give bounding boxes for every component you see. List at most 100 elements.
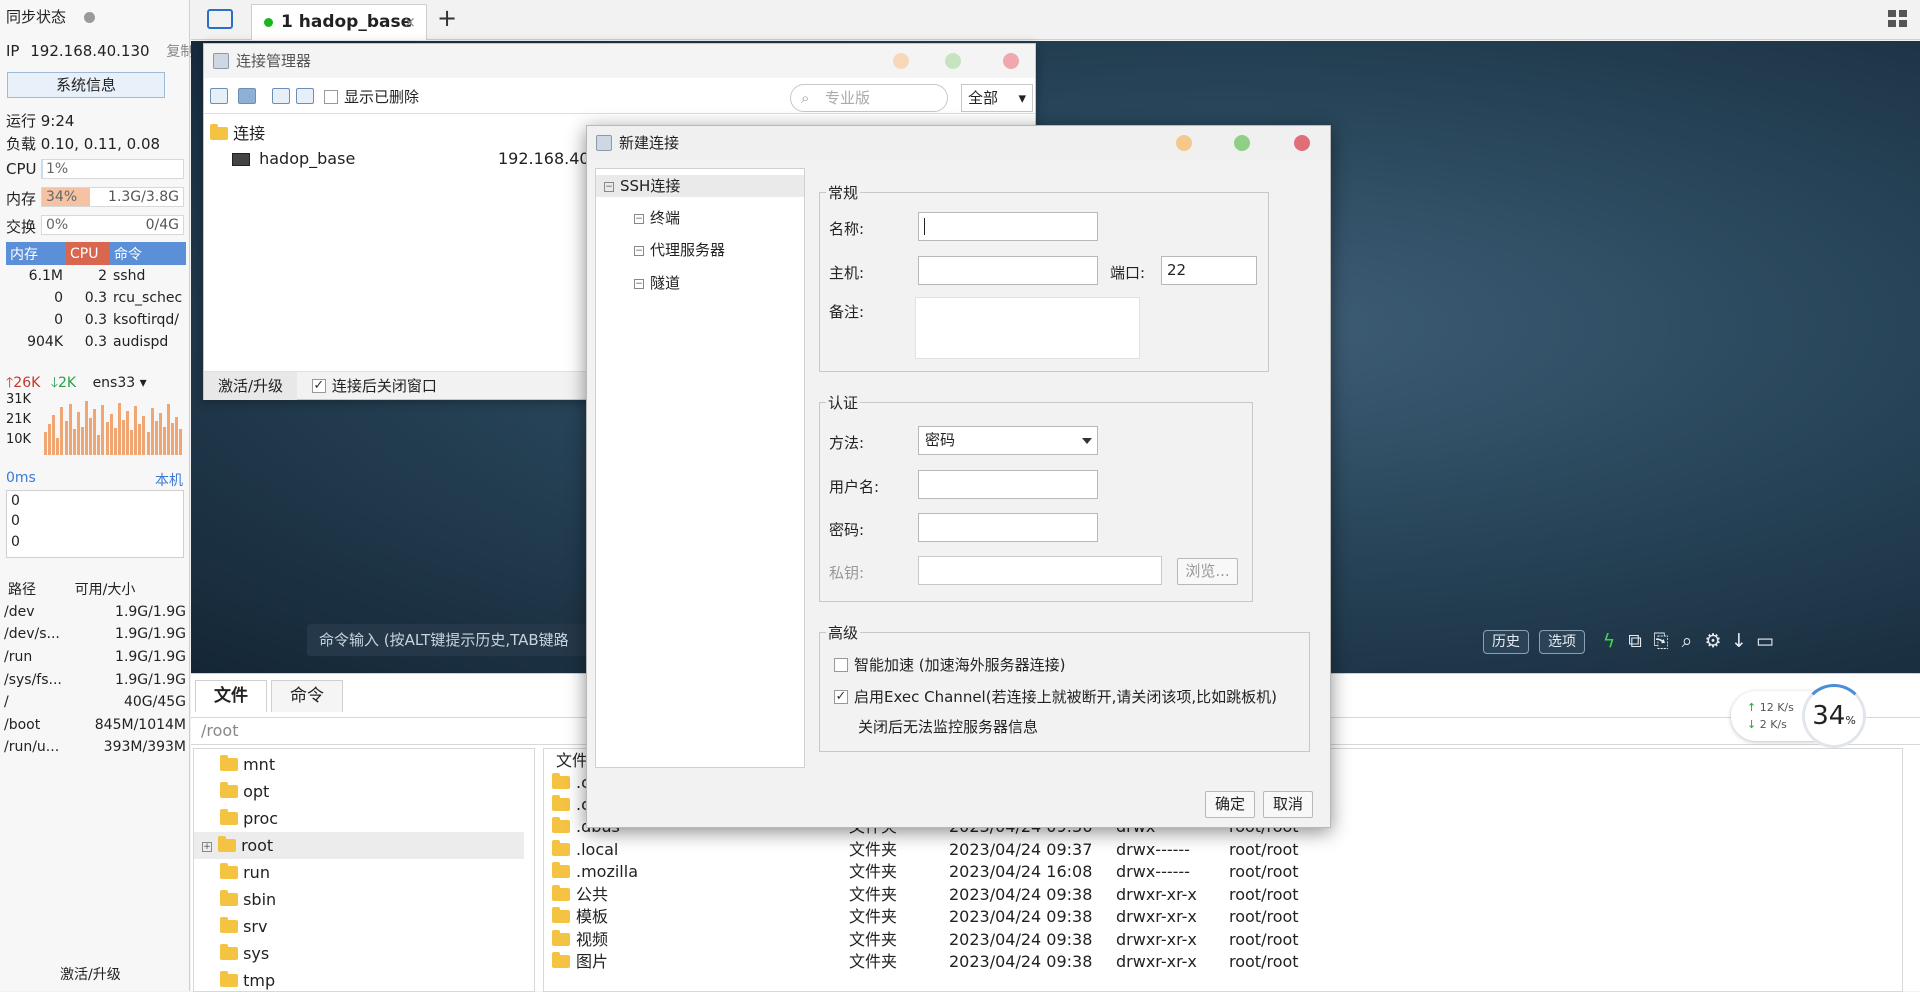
lightning-icon[interactable]: ϟ: [1597, 628, 1621, 654]
host-input[interactable]: [918, 256, 1098, 285]
browse-button[interactable]: 浏览...: [1177, 558, 1238, 585]
close-icon[interactable]: [1003, 53, 1019, 69]
tree-item[interactable]: mnt: [194, 751, 524, 778]
folder-open-icon[interactable]: [207, 9, 233, 29]
tree-item-proxy[interactable]: − 代理服务器: [634, 239, 725, 261]
maximize-icon[interactable]: [945, 53, 961, 69]
chevron-down-icon[interactable]: ▾: [135, 375, 147, 391]
tab-hadop-base[interactable]: 1 hadop_base ×: [251, 4, 427, 40]
table-row[interactable]: / 40G/45G: [4, 691, 186, 714]
tree-root[interactable]: 连接: [210, 120, 265, 144]
password-input[interactable]: [918, 513, 1098, 542]
exec-channel-toggle[interactable]: ✓ 启用Exec Channel(若连接上就被断开,请关闭该项,比如跳板机): [834, 686, 1277, 707]
close-tab-icon[interactable]: ×: [403, 5, 416, 39]
activate-upgrade-link[interactable]: 激活/升级: [60, 964, 121, 984]
collapse-all-icon[interactable]: [272, 88, 290, 104]
name-input[interactable]: [918, 212, 1098, 241]
method-select[interactable]: 密码: [918, 426, 1098, 455]
collapse-icon[interactable]: −: [604, 181, 614, 192]
tree-label: 终端: [650, 209, 681, 227]
table-row[interactable]: /run 1.9G/1.9G: [4, 646, 186, 669]
close-icon[interactable]: [1294, 135, 1310, 151]
history-button[interactable]: 历史: [1483, 630, 1529, 654]
note-textarea[interactable]: [915, 297, 1140, 359]
table-row[interactable]: 904K 0.3 audispd: [6, 331, 186, 353]
tree-item[interactable]: srv: [194, 913, 524, 940]
table-row[interactable]: 6.1M 2 sshd: [6, 265, 186, 287]
table-row[interactable]: /boot 845M/1014M: [4, 714, 186, 737]
maximize-icon[interactable]: [1234, 135, 1250, 151]
download-icon[interactable]: ↓: [1727, 628, 1751, 654]
checkbox[interactable]: [324, 89, 338, 104]
checkbox-checked[interactable]: ✓: [311, 378, 326, 393]
gear-icon[interactable]: ⚙: [1701, 628, 1725, 654]
new-folder-icon[interactable]: [238, 88, 256, 104]
tree-item-tunnel[interactable]: − 隧道: [634, 272, 680, 294]
cancel-button[interactable]: 取消: [1263, 791, 1313, 818]
tree-item[interactable]: sbin: [194, 886, 524, 913]
table-row[interactable]: /dev 1.9G/1.9G: [4, 601, 186, 624]
tree-item-selected[interactable]: + root: [194, 832, 524, 859]
file-owner: root/root: [1229, 862, 1299, 881]
network-activity-bar: [121, 419, 125, 455]
window-titlebar[interactable]: 连接管理器: [204, 44, 1035, 78]
search-input[interactable]: ⌕ 专业版: [790, 84, 948, 112]
usage-gauge[interactable]: 34%: [1802, 684, 1866, 748]
proc-header-cpu[interactable]: CPU: [66, 242, 110, 265]
table-row[interactable]: /sys/fs... 1.9G/1.9G: [4, 668, 186, 691]
tree-item[interactable]: opt: [194, 778, 524, 805]
tree-item[interactable]: proc: [194, 805, 524, 832]
latency-host[interactable]: 本机: [155, 470, 183, 490]
close-after-connect-toggle[interactable]: ✓ 连接后关闭窗口: [311, 377, 437, 395]
disk-header-path[interactable]: 路径: [4, 578, 75, 601]
dialog-titlebar[interactable]: 新建连接: [587, 126, 1330, 160]
ok-button[interactable]: 确定: [1205, 791, 1255, 818]
process-table: 内存 CPU 命令 6.1M 2 sshd 0 0.3 rcu_schec 0 0.3 ks…: [6, 242, 186, 353]
disk-header-size[interactable]: 可用/大小: [75, 578, 186, 601]
table-row[interactable]: /run/u... 393M/393M: [4, 736, 186, 759]
username-input[interactable]: [918, 470, 1098, 499]
expand-icon[interactable]: +: [202, 841, 212, 852]
table-row[interactable]: /dev/s... 1.9G/1.9G: [4, 623, 186, 646]
filter-select[interactable]: 全部 ▾: [961, 84, 1033, 112]
private-key-input[interactable]: [918, 556, 1162, 585]
tab-commands[interactable]: 命令: [271, 680, 343, 712]
proc-header-cmd[interactable]: 命令: [110, 242, 186, 265]
latency-label: 0ms: [6, 470, 36, 486]
expand-all-icon[interactable]: [296, 88, 314, 104]
network-activity-bar: [138, 424, 142, 455]
smart-accel-toggle[interactable]: 智能加速 (加速海外服务器连接): [834, 654, 1065, 675]
search-icon[interactable]: ⌕: [1675, 628, 1699, 654]
file-perm: drwx------: [1116, 839, 1190, 859]
table-row[interactable]: 0 0.3 rcu_schec: [6, 287, 186, 309]
checkbox[interactable]: [834, 657, 848, 672]
tree-item[interactable]: sys: [194, 940, 524, 967]
copy-icon[interactable]: ⧉: [1623, 628, 1647, 654]
net-interface[interactable]: ens33: [93, 375, 136, 391]
checkbox-checked[interactable]: ✓: [834, 689, 848, 704]
minimize-icon[interactable]: [1176, 135, 1192, 151]
maximize-icon[interactable]: ▭: [1753, 628, 1777, 654]
paste-icon[interactable]: ⎘: [1649, 628, 1673, 654]
tree-item[interactable]: run: [194, 859, 524, 886]
table-row[interactable]: 0 0.3 ksoftirqd/: [6, 309, 186, 331]
tree-item-ssh[interactable]: − SSH连接: [596, 175, 804, 197]
proc-header-mem[interactable]: 内存: [6, 242, 66, 265]
command-input[interactable]: 命令输入 (按ALT键提示历史,TAB键路: [307, 624, 607, 656]
minimize-icon[interactable]: [893, 53, 909, 69]
new-connection-icon[interactable]: [210, 88, 228, 104]
layout-grid-icon[interactable]: [1888, 10, 1908, 28]
show-deleted-toggle[interactable]: 显示已删除: [324, 86, 419, 107]
options-button[interactable]: 选项: [1539, 630, 1585, 654]
add-tab-button[interactable]: +: [437, 4, 457, 32]
tab-files[interactable]: 文件: [195, 680, 267, 712]
system-info-button[interactable]: 系统信息: [7, 72, 165, 98]
activate-upgrade-button[interactable]: 激活/升级: [204, 372, 298, 400]
port-input[interactable]: 22: [1161, 256, 1257, 285]
tree-item[interactable]: tmp: [194, 967, 524, 991]
tree-item-terminal[interactable]: − 终端: [634, 207, 680, 229]
file-owner: root/root: [1229, 884, 1299, 904]
file-list-header[interactable]: 文件: [556, 750, 588, 773]
exec-channel-label: 启用Exec Channel(若连接上就被断开,请关闭该项,比如跳板机): [854, 688, 1277, 706]
proc-cpu: 0.3: [84, 312, 107, 328]
